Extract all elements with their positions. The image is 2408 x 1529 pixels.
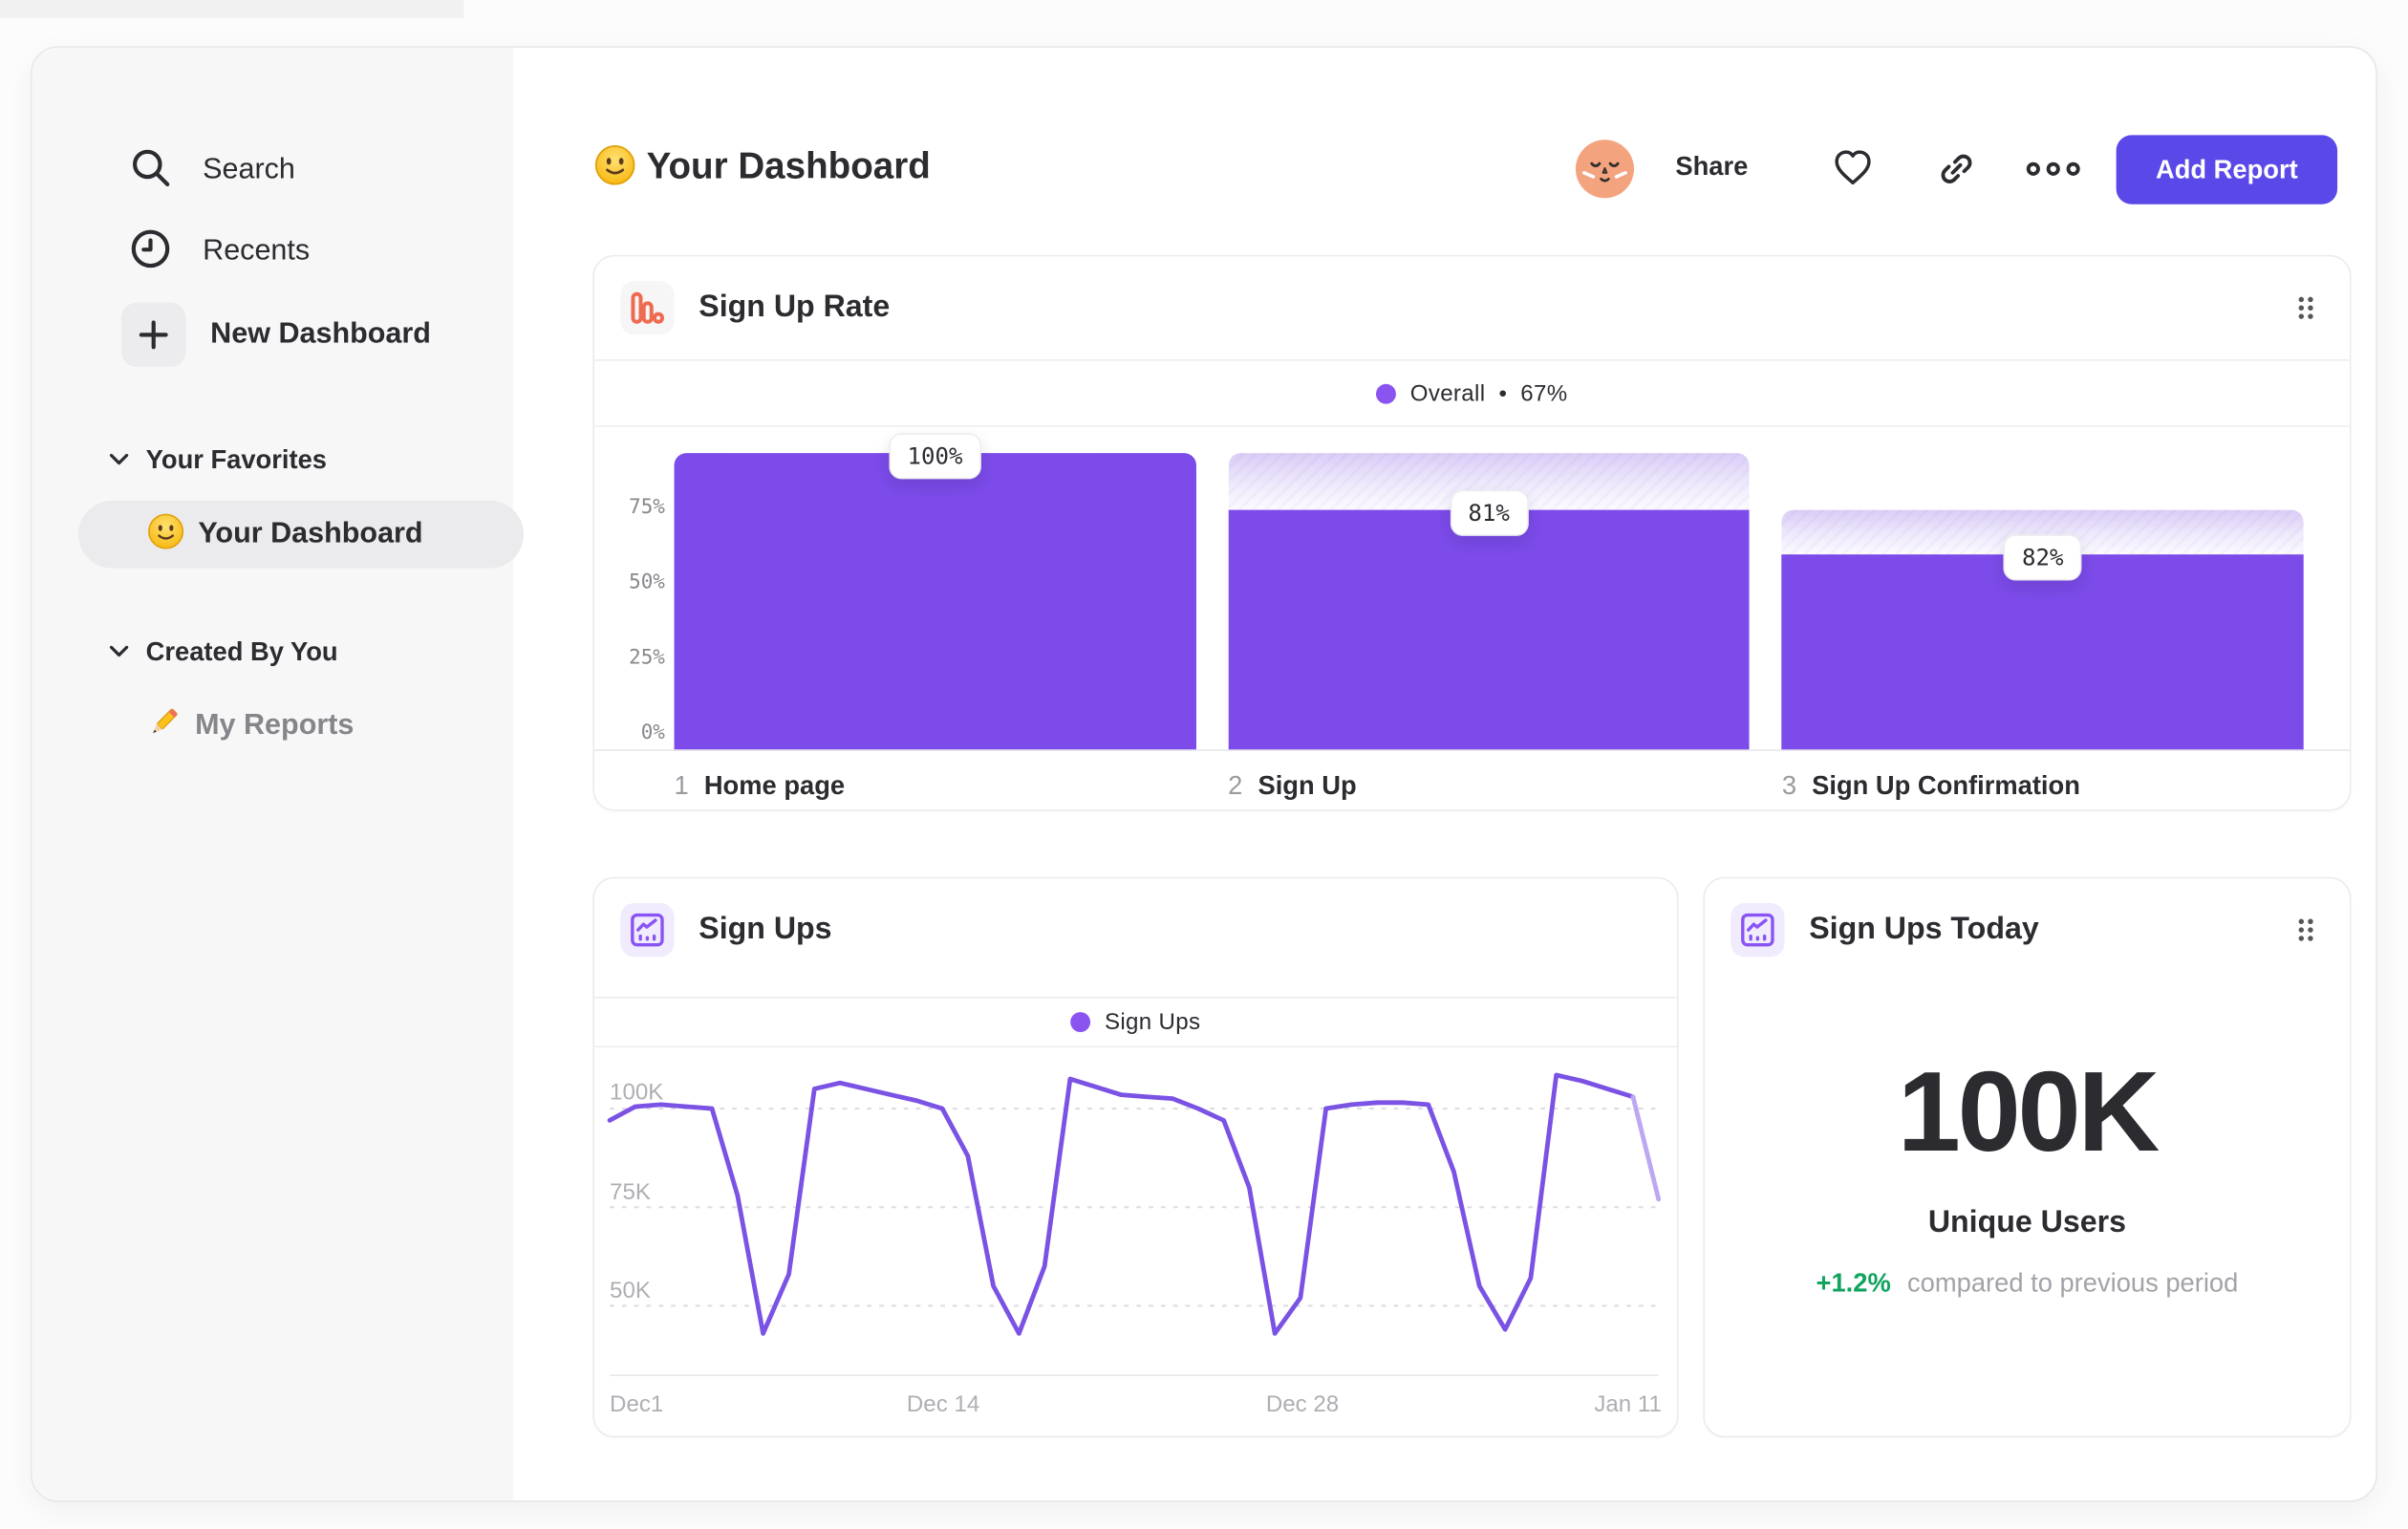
signups-line-incomplete-segment [1630,1094,1662,1202]
signups-today-card: Sign Ups Today 100K Unique Users +1.2% c… [1703,876,2352,1438]
drag-handle-icon[interactable] [2296,295,2316,321]
funnel-y-tick: 50% [629,571,665,595]
funnel-bar[interactable]: 81% [1228,427,1751,750]
chevron-down-icon [109,639,129,667]
funnel-legend: Overall • 67% [594,361,2350,426]
funnel-value-badge: 82% [2003,533,2082,580]
funnel-y-tick: 25% [629,646,665,670]
line-y-tick: 75K [610,1178,651,1205]
sidebar-item-my-reports[interactable]: My Reports [142,699,497,754]
line-plot[interactable]: 100K 75K 50K [607,1047,1662,1376]
legend-label[interactable]: Overall • 67% [1410,380,1568,406]
sidebar-section-created-by-you[interactable]: Created By You [109,633,498,673]
line-x-tick: Dec1 [610,1391,664,1418]
line-x-tick: Dec 28 [1265,1391,1340,1418]
line-y-tick: 100K [610,1079,664,1107]
favorite-heart-icon[interactable] [1832,147,1873,195]
funnel-step-label: 3 Sign Up Confirmation [1781,770,2080,801]
sidebar-item-your-dashboard[interactable]: Your Dashboard [77,500,525,569]
funnel-chart-icon [620,281,675,335]
sidebar-item-label: Your Dashboard [198,517,423,550]
legend-label[interactable]: Sign Ups [1105,1009,1200,1035]
funnel-solid-segment [674,453,1196,750]
funnel-value-badge: 81% [1450,489,1529,536]
funnel-y-tick: 0% [640,721,665,745]
sidebar-item-recents[interactable]: Recents [127,225,497,280]
card-title: Sign Up Rate [699,290,891,325]
copy-link-icon[interactable] [1937,149,1977,197]
sidebar-item-new-dashboard[interactable]: New Dashboard [120,302,498,368]
slightly-smiling-face-emoji [147,512,184,557]
dashboard-title-emoji [594,144,635,193]
funnel-bar[interactable]: 82% [1781,427,2304,750]
funnel-step-label: 2 Sign Up [1228,770,1357,801]
funnel-bar[interactable]: 100% [674,427,1196,750]
funnel-y-tick: 75% [629,496,665,520]
sidebar-item-label: New Dashboard [210,317,431,351]
funnel-plot[interactable]: 100% 81% 82% 75% 50% 25% 0% [629,427,2304,750]
app-window: Search Recents New Dashboard Your Favori… [31,46,2377,1502]
screen: Search Recents New Dashboard Your Favori… [0,0,2408,1529]
line-x-tick: Jan 11 [1594,1391,1662,1418]
kpi-delta-percent: +1.2% [1816,1268,1891,1299]
sidebar-item-label: Recents [203,234,311,268]
funnel-solid-segment [1781,553,2304,750]
line-chart-icon [620,903,675,958]
funnel-plot-strip: 100% 81% 82% 75% 50% 25% 0% [593,425,2350,751]
signups-card: Sign Ups Sign Ups 100K 75K 50K Dec1 Dec 14 D… [592,876,1679,1438]
chevron-down-icon [109,447,129,475]
funnel-value-badge: 100% [889,433,981,480]
sidebar-item-label: My Reports [195,709,355,743]
background-window-edge [0,0,464,19]
funnel-solid-segment [1228,509,1751,750]
avatar[interactable] [1574,139,1635,200]
sidebar-item-label: Search [203,153,295,186]
card-title: Sign Ups Today [1809,912,2039,946]
kpi-value: 100K [1897,1047,2161,1175]
card-title: Sign Ups [699,912,832,946]
add-report-button[interactable]: Add Report [2116,135,2338,205]
funnel-x-axis: 1 Home page 2 Sign Up 3 Sign Up Confirmation [594,751,2350,802]
line-y-tick: 50K [610,1278,651,1304]
line-x-tick: Dec 14 [906,1391,980,1418]
legend-dot[interactable] [1070,1012,1091,1032]
page-title: Your Dashboard [646,145,931,188]
signups-line-series [607,1072,1636,1336]
legend-dot[interactable] [1376,382,1397,403]
sidebar-item-search[interactable]: Search [127,142,497,198]
share-button[interactable]: Share [1675,152,1748,183]
funnel-step-label: 1 Home page [674,770,846,801]
sidebar-section-title: Your Favorites [145,445,327,475]
line-legend: Sign Ups [593,999,1677,1048]
kpi-delta-note: compared to previous period [1907,1268,2239,1299]
card-header: Sign Up Rate [593,256,2350,361]
sidebar-section-title: Created By You [145,636,338,667]
drag-handle-icon[interactable] [2296,916,2316,942]
more-options-icon[interactable] [2026,159,2081,186]
card-header: Sign Ups [593,878,1677,999]
kpi-delta: +1.2% compared to previous period [1705,1265,2350,1303]
line-chart-icon [1731,903,1785,958]
clock-icon [127,225,173,278]
kpi-sublabel: Unique Users [1927,1205,2127,1239]
sidebar: Search Recents New Dashboard Your Favori… [32,47,525,1501]
plus-icon [120,302,186,368]
pencil-emoji [142,702,183,750]
sidebar-section-your-favorites[interactable]: Your Favorites [109,441,498,481]
search-icon [127,143,173,197]
card-header: Sign Ups Today [1705,878,2350,981]
line-x-axis: Dec1 Dec 14 Dec 28 Jan 11 [610,1391,1662,1425]
signup-rate-card: Sign Up Rate Overall • 67% 100% 81% 82% … [592,254,2352,811]
